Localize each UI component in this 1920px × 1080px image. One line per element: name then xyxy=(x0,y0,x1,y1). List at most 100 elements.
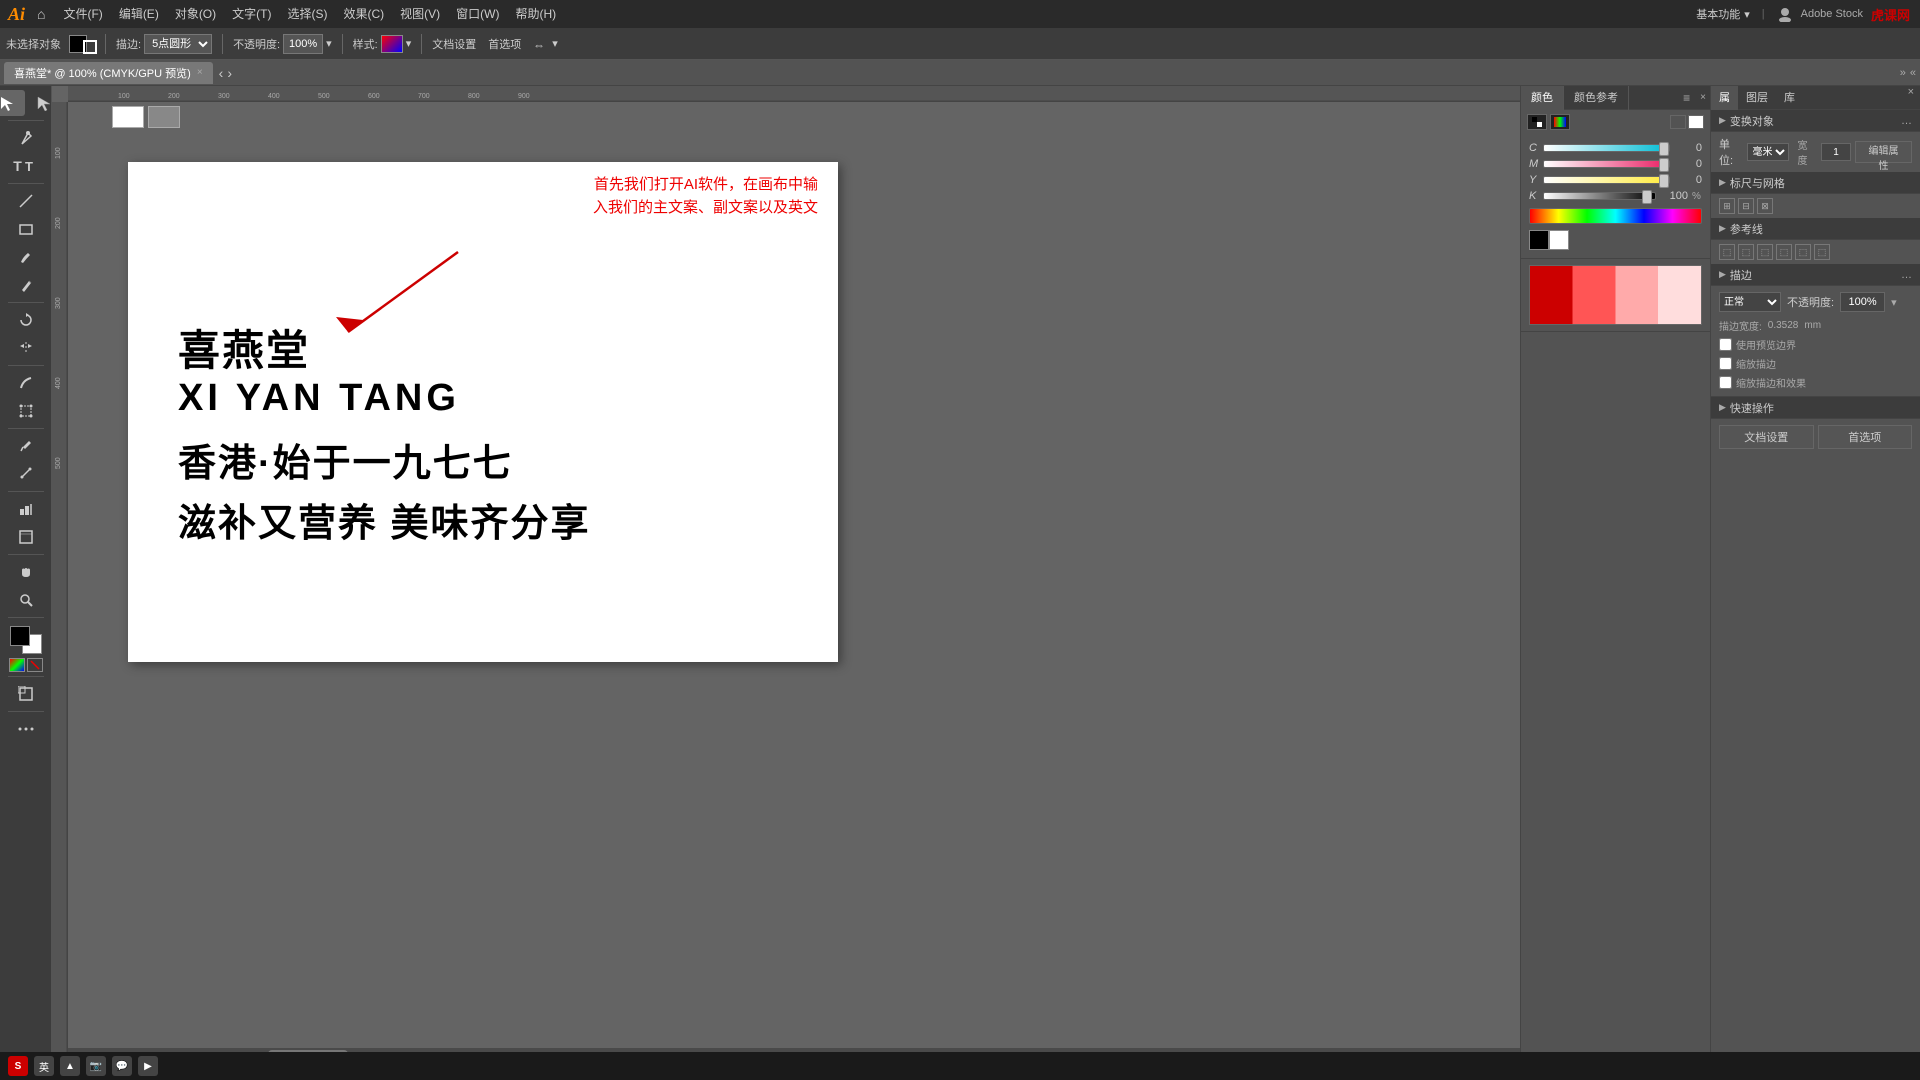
tab-scroll-left[interactable]: ‹ xyxy=(219,65,224,81)
taskbar-icon-2[interactable]: 英 xyxy=(34,1056,54,1076)
m-slider-thumb[interactable] xyxy=(1659,158,1669,172)
menu-type[interactable]: 文字(T) xyxy=(226,0,277,28)
color-spectrum-bar[interactable] xyxy=(1529,208,1702,224)
free-transform-tool[interactable] xyxy=(8,398,44,424)
menu-object[interactable]: 对象(O) xyxy=(169,0,222,28)
transform-collapse-btn[interactable]: … xyxy=(1901,115,1912,127)
collapse-panels-btn[interactable]: « xyxy=(1910,67,1916,79)
style-swatch[interactable] xyxy=(381,35,403,53)
measure-tool[interactable] xyxy=(8,461,44,487)
none-btn[interactable] xyxy=(27,658,43,672)
ref-icon-4[interactable]: ⬚ xyxy=(1776,244,1792,260)
preview-edges-checkbox[interactable] xyxy=(1719,338,1732,351)
artboard-tool[interactable] xyxy=(8,524,44,550)
y-slider-track[interactable] xyxy=(1543,176,1670,184)
opacity-input[interactable] xyxy=(283,34,323,54)
menu-view[interactable]: 视图(V) xyxy=(394,0,446,28)
gradient-btn[interactable] xyxy=(9,658,25,672)
paintbrush-tool[interactable] xyxy=(8,244,44,270)
color-ref-swatches[interactable] xyxy=(1529,265,1702,325)
width-input[interactable] xyxy=(1821,143,1851,161)
type-tool[interactable]: T T xyxy=(8,153,44,179)
y-slider-thumb[interactable] xyxy=(1659,174,1669,188)
ref-icon-2[interactable]: ⬚ xyxy=(1738,244,1754,260)
black-swatch[interactable] xyxy=(1529,230,1549,250)
zoom-tool[interactable] xyxy=(8,587,44,613)
brush-dropdown[interactable]: 5点圆形 xyxy=(144,34,212,54)
eyedropper-tool[interactable] xyxy=(8,433,44,459)
preferences-btn[interactable]: 首选项 xyxy=(484,30,525,58)
ref-expand-arrow[interactable]: ▶ xyxy=(1719,223,1726,234)
rectangle-tool[interactable] xyxy=(8,216,44,242)
ruler-expand-arrow[interactable]: ▶ xyxy=(1719,177,1726,188)
opacity-dropdown-arrow[interactable]: ▾ xyxy=(326,37,332,50)
background-color-btn[interactable] xyxy=(1688,115,1704,129)
color-ref-panel-tab[interactable]: 颜色参考 xyxy=(1564,86,1629,110)
stroke-swatch-small[interactable] xyxy=(83,40,97,54)
color-panel-tab[interactable]: 颜色 xyxy=(1521,86,1564,110)
transform-expand-arrow[interactable]: ▶ xyxy=(1719,115,1726,126)
brush-selector[interactable]: 描边: 5点圆形 xyxy=(112,30,216,58)
transparency-collapse-btn[interactable]: … xyxy=(1901,269,1912,281)
menu-window[interactable]: 窗口(W) xyxy=(450,0,505,28)
grid-icon-3[interactable]: ⊠ xyxy=(1757,198,1773,214)
pen-tool[interactable] xyxy=(8,125,44,151)
workspace-selector[interactable]: 基本功能 ▾ xyxy=(1696,6,1750,22)
c-slider-thumb[interactable] xyxy=(1659,142,1669,156)
hand-tool[interactable] xyxy=(8,559,44,585)
scale-effects-checkbox[interactable] xyxy=(1719,376,1732,389)
canvas-area[interactable]: 100 200 300 400 500 600 700 800 900 100 … xyxy=(52,86,1520,1080)
edit-properties-btn[interactable]: 编辑属性 xyxy=(1855,141,1912,163)
graph-tool[interactable] xyxy=(8,496,44,522)
c-slider-track[interactable] xyxy=(1543,144,1670,152)
menu-select[interactable]: 选择(S) xyxy=(281,0,333,28)
transparency-expand-arrow[interactable]: ▶ xyxy=(1719,269,1726,280)
adobe-stock-link[interactable]: Adobe Stock xyxy=(1801,8,1863,20)
opacity-input-trans[interactable] xyxy=(1840,292,1885,312)
canvas-container[interactable]: 首先我们打开AI软件，在画布中输 入我们的主文案、副文案以及英文 喜燕堂 XI … xyxy=(68,102,1520,1062)
color-panel-close[interactable]: × xyxy=(1696,92,1710,103)
more-tools-btn[interactable] xyxy=(8,716,44,742)
toolbar-extra[interactable]: ⇔ ▾ xyxy=(529,30,562,58)
pencil-tool[interactable] xyxy=(8,272,44,298)
taskbar-icon-5[interactable]: 💬 xyxy=(112,1056,132,1076)
taskbar-icon-3[interactable]: ▲ xyxy=(60,1056,80,1076)
spectrum-icon[interactable] xyxy=(1550,114,1570,130)
tab-close-btn[interactable]: × xyxy=(197,67,203,78)
menu-help[interactable]: 帮助(H) xyxy=(509,0,562,28)
tab-scroll-right[interactable]: › xyxy=(227,65,232,81)
grid-icon-1[interactable]: ⊞ xyxy=(1719,198,1735,214)
scale-strokes-checkbox[interactable] xyxy=(1719,357,1732,370)
reflect-tool[interactable] xyxy=(8,335,44,361)
menu-effect[interactable]: 效果(C) xyxy=(337,0,390,28)
k-slider-thumb[interactable] xyxy=(1642,190,1652,204)
doc-settings-btn[interactable]: 文档设置 xyxy=(428,30,480,58)
grid-icon-2[interactable]: ⊟ xyxy=(1738,198,1754,214)
m-slider-track[interactable] xyxy=(1543,160,1670,168)
doc-settings-quick-btn[interactable]: 文档设置 xyxy=(1719,425,1814,449)
line-tool[interactable] xyxy=(8,188,44,214)
ref-icon-6[interactable]: ⬚ xyxy=(1814,244,1830,260)
document-tab[interactable]: 喜燕堂* @ 100% (CMYK/GPU 预览) × xyxy=(4,62,213,84)
taskbar-icon-4[interactable]: 📷 xyxy=(86,1056,106,1076)
properties-tab[interactable]: 属 xyxy=(1711,86,1738,110)
libraries-tab[interactable]: 库 xyxy=(1776,86,1803,110)
selection-tool[interactable] xyxy=(0,90,25,116)
k-slider-track[interactable] xyxy=(1543,192,1656,200)
unit-select[interactable]: 毫米 像素 英寸 xyxy=(1747,143,1789,161)
fill-stroke-swatches[interactable] xyxy=(10,626,42,654)
style-dropdown-arrow[interactable]: ▾ xyxy=(406,37,412,50)
blend-mode-select[interactable]: 正常 正片叠底 滤色 xyxy=(1719,292,1781,312)
menu-edit[interactable]: 编辑(E) xyxy=(113,0,165,28)
far-right-close[interactable]: × xyxy=(1902,86,1920,109)
expand-panels-btn[interactable]: » xyxy=(1900,67,1906,79)
taskbar-icon-6[interactable]: ▶ xyxy=(138,1056,158,1076)
color-picker-icon[interactable] xyxy=(1527,114,1547,130)
rotate-tool[interactable] xyxy=(8,307,44,333)
opacity-chevron-trans[interactable]: ▾ xyxy=(1891,296,1897,309)
ref-icon-5[interactable]: ⬚ xyxy=(1795,244,1811,260)
ref-icon-3[interactable]: ⬚ xyxy=(1757,244,1773,260)
direct-selection-tool[interactable] xyxy=(26,90,52,116)
warp-tool[interactable] xyxy=(8,370,44,396)
layers-tab[interactable]: 图层 xyxy=(1738,86,1776,110)
